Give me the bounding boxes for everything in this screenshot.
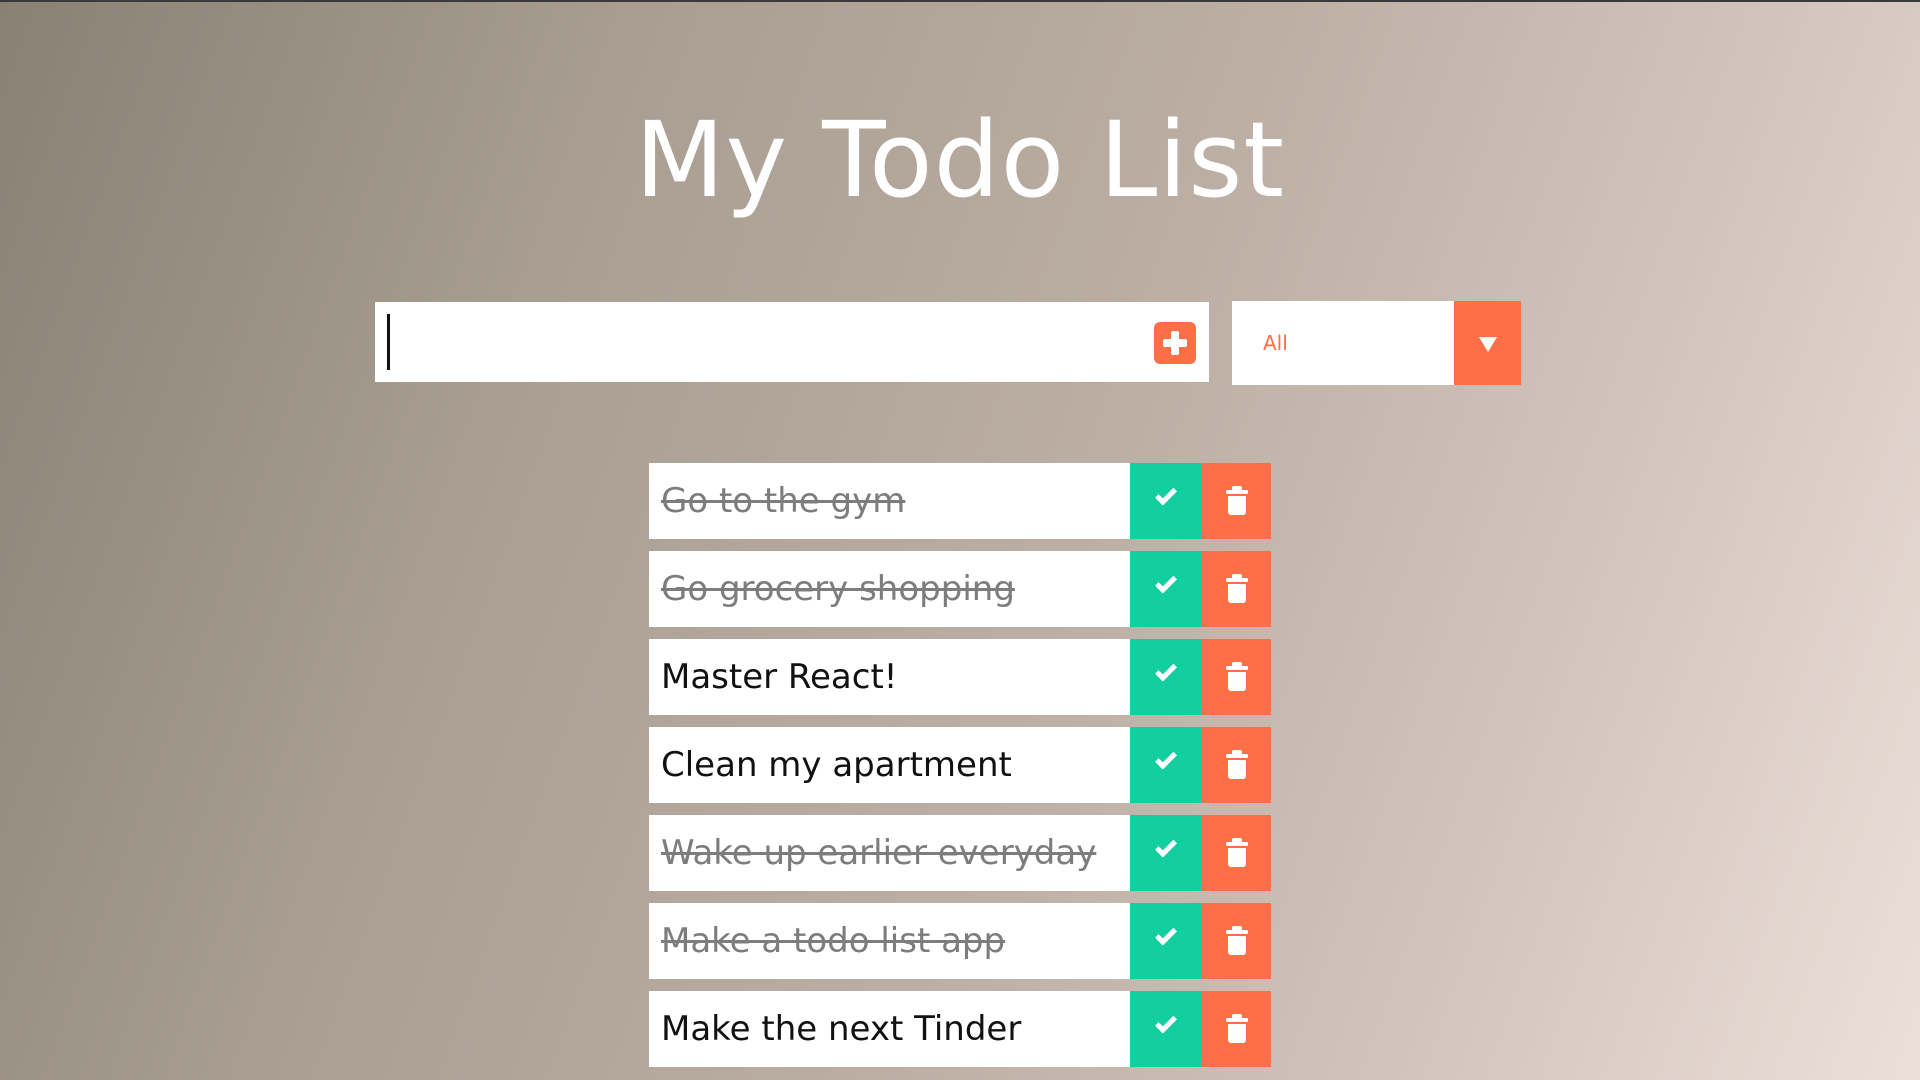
check-icon bbox=[1155, 923, 1177, 946]
todo-text: Go grocery shopping bbox=[661, 569, 1015, 609]
todo-input[interactable] bbox=[395, 302, 1135, 382]
todo-text: Go to the gym bbox=[661, 481, 906, 521]
delete-button[interactable] bbox=[1202, 991, 1271, 1067]
todo-form bbox=[375, 302, 1209, 382]
check-icon bbox=[1155, 571, 1177, 594]
todo-item: Master React! bbox=[649, 639, 1271, 715]
delete-button[interactable] bbox=[1202, 727, 1271, 803]
check-icon bbox=[1155, 747, 1177, 770]
todo-text: Make the next Tinder bbox=[661, 1009, 1022, 1049]
add-todo-button[interactable] bbox=[1154, 322, 1196, 364]
todo-text: Clean my apartment bbox=[661, 745, 1012, 785]
check-icon bbox=[1155, 659, 1177, 682]
complete-button[interactable] bbox=[1130, 551, 1202, 627]
todo-item: Go to the gym bbox=[649, 463, 1271, 539]
todo-list: Go to the gym Go grocery shopping Master R… bbox=[649, 463, 1271, 1079]
filter-dropdown-button[interactable] bbox=[1454, 301, 1521, 385]
delete-button[interactable] bbox=[1202, 903, 1271, 979]
complete-button[interactable] bbox=[1130, 991, 1202, 1067]
check-icon bbox=[1155, 1011, 1177, 1034]
todo-item: Go grocery shopping bbox=[649, 551, 1271, 627]
check-icon bbox=[1155, 483, 1177, 506]
complete-button[interactable] bbox=[1130, 815, 1202, 891]
todo-item: Clean my apartment bbox=[649, 727, 1271, 803]
todo-text: Make a todo list app bbox=[661, 921, 1006, 961]
filter-select[interactable]: All bbox=[1232, 301, 1521, 385]
caret-down-icon bbox=[1479, 337, 1497, 352]
todo-item: Make the next Tinder bbox=[649, 991, 1271, 1067]
todo-item: Make a todo list app bbox=[649, 903, 1271, 979]
complete-button[interactable] bbox=[1130, 463, 1202, 539]
window-top-border bbox=[0, 0, 1920, 2]
todo-text: Wake up earlier everyday bbox=[661, 833, 1097, 873]
todo-item: Wake up earlier everyday bbox=[649, 815, 1271, 891]
todo-text: Master React! bbox=[661, 657, 898, 697]
delete-button[interactable] bbox=[1202, 551, 1271, 627]
delete-button[interactable] bbox=[1202, 815, 1271, 891]
delete-button[interactable] bbox=[1202, 639, 1271, 715]
complete-button[interactable] bbox=[1130, 903, 1202, 979]
check-icon bbox=[1155, 835, 1177, 858]
complete-button[interactable] bbox=[1130, 639, 1202, 715]
complete-button[interactable] bbox=[1130, 727, 1202, 803]
text-caret bbox=[387, 314, 390, 370]
filter-selected-value: All bbox=[1263, 331, 1288, 355]
page-title: My Todo List bbox=[634, 99, 1286, 221]
delete-button[interactable] bbox=[1202, 463, 1271, 539]
